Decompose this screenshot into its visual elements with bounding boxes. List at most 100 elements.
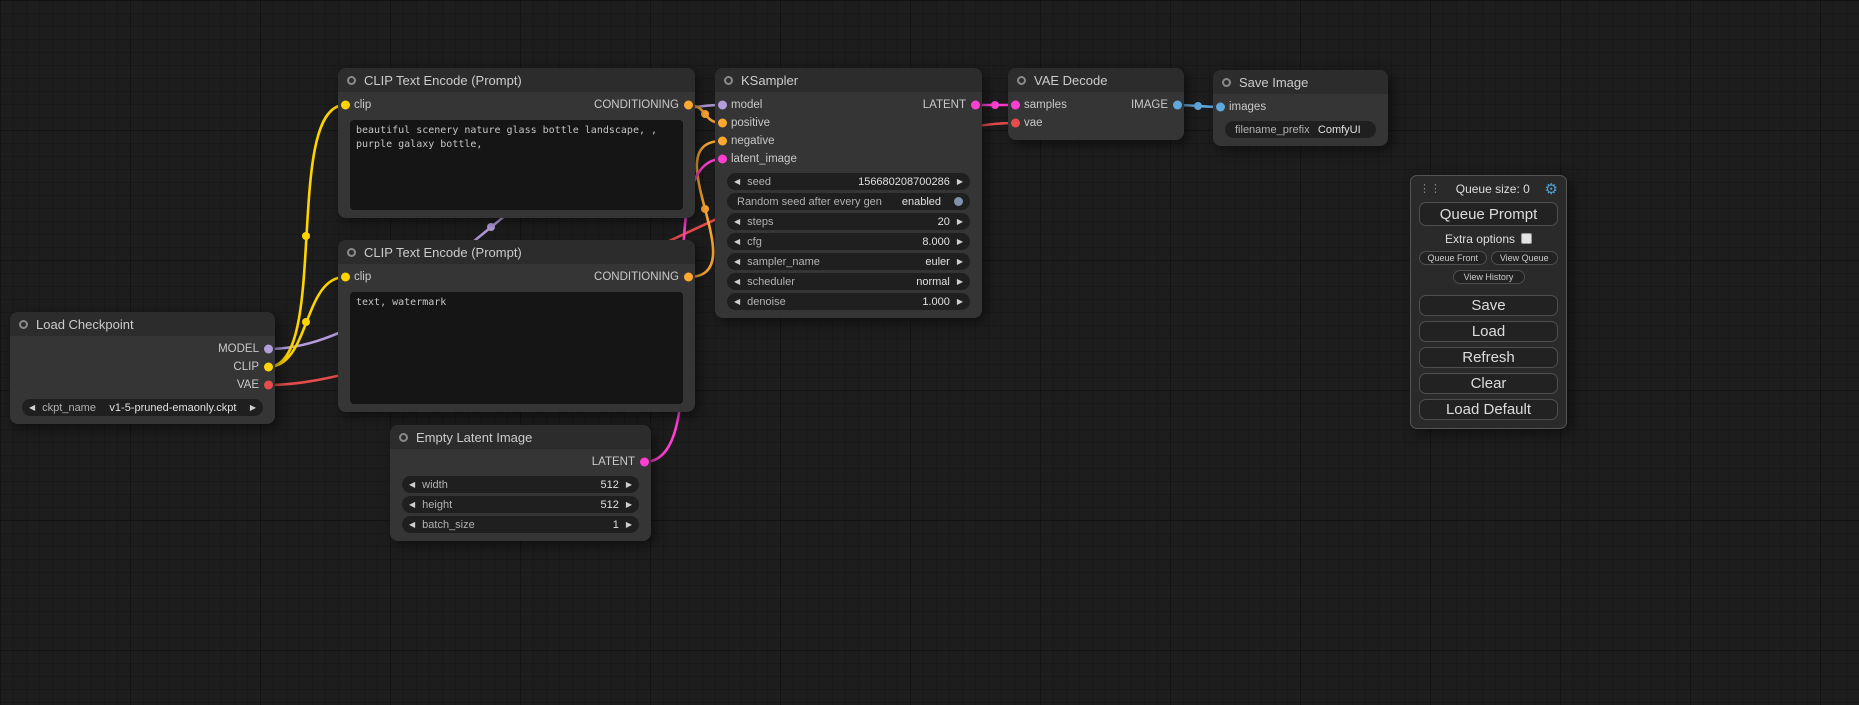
widget-batch-size[interactable]: ◀ batch_size 1 ▶ xyxy=(402,516,639,533)
image-output-dot[interactable] xyxy=(1173,101,1182,110)
toggle-dot-icon[interactable] xyxy=(954,197,963,206)
decrement-arrow-icon[interactable]: ◀ xyxy=(409,481,415,489)
decrement-arrow-icon[interactable]: ◀ xyxy=(734,298,740,306)
clip-input-dot[interactable] xyxy=(341,101,350,110)
negative-prompt-textarea[interactable]: text, watermark xyxy=(350,292,683,404)
collapse-dot-icon[interactable] xyxy=(1222,78,1231,87)
widget-random-seed-toggle[interactable]: Random seed after every gen enabled xyxy=(727,193,970,210)
node-title-bar[interactable]: Load Checkpoint xyxy=(10,312,275,336)
collapse-dot-icon[interactable] xyxy=(19,320,28,329)
model-output-dot[interactable] xyxy=(264,345,273,354)
collapse-dot-icon[interactable] xyxy=(347,76,356,85)
queue-prompt-button[interactable]: Queue Prompt xyxy=(1419,202,1558,226)
widget-label: filename_prefix xyxy=(1235,124,1310,136)
slot-row: model LATENT xyxy=(715,96,982,114)
decrement-arrow-icon[interactable]: ◀ xyxy=(734,258,740,266)
load-default-button[interactable]: Load Default xyxy=(1419,399,1558,420)
view-history-button[interactable]: View History xyxy=(1453,270,1525,284)
widget-scheduler[interactable]: ◀ scheduler normal ▶ xyxy=(727,273,970,290)
positive-prompt-textarea[interactable]: beautiful scenery nature glass bottle la… xyxy=(350,120,683,210)
slot-label: CONDITIONING xyxy=(594,271,679,283)
node-clip-text-encode-negative[interactable]: CLIP Text Encode (Prompt) clip CONDITION… xyxy=(338,240,695,412)
increment-arrow-icon[interactable]: ▶ xyxy=(626,501,632,509)
extra-options-checkbox[interactable] xyxy=(1521,233,1532,244)
increment-arrow-icon[interactable]: ▶ xyxy=(626,521,632,529)
latent-output-dot[interactable] xyxy=(971,101,980,110)
widget-seed[interactable]: ◀ seed 156680208700286 ▶ xyxy=(727,173,970,190)
increment-arrow-icon[interactable]: ▶ xyxy=(626,481,632,489)
clear-button[interactable]: Clear xyxy=(1419,373,1558,394)
drag-handle-icon[interactable]: ⋮⋮ xyxy=(1419,184,1441,195)
latent-output-dot[interactable] xyxy=(640,458,649,467)
node-title-bar[interactable]: Save Image xyxy=(1213,70,1388,94)
node-title-bar[interactable]: VAE Decode xyxy=(1008,68,1184,92)
vae-output-dot[interactable] xyxy=(264,381,273,390)
vae-input-dot[interactable] xyxy=(1011,119,1020,128)
node-title-bar[interactable]: KSampler xyxy=(715,68,982,92)
view-queue-button[interactable]: View Queue xyxy=(1491,251,1559,265)
negative-input-dot[interactable] xyxy=(718,137,727,146)
node-empty-latent-image[interactable]: Empty Latent Image LATENT ◀ width 512 ▶ … xyxy=(390,425,651,541)
node-clip-text-encode-positive[interactable]: CLIP Text Encode (Prompt) clip CONDITION… xyxy=(338,68,695,218)
decrement-arrow-icon[interactable]: ◀ xyxy=(29,404,35,412)
input-slot-negative: negative xyxy=(715,132,982,150)
widget-label: Random seed after every gen xyxy=(737,196,882,208)
refresh-button[interactable]: Refresh xyxy=(1419,347,1558,368)
slot-label: CONDITIONING xyxy=(594,99,679,111)
save-button[interactable]: Save xyxy=(1419,295,1558,316)
widget-denoise[interactable]: ◀ denoise 1.000 ▶ xyxy=(727,293,970,310)
decrement-arrow-icon[interactable]: ◀ xyxy=(734,278,740,286)
increment-arrow-icon[interactable]: ▶ xyxy=(957,298,963,306)
increment-arrow-icon[interactable]: ▶ xyxy=(957,258,963,266)
node-title: CLIP Text Encode (Prompt) xyxy=(364,245,522,260)
queue-front-button[interactable]: Queue Front xyxy=(1419,251,1487,265)
link-clip-negative xyxy=(268,277,345,367)
decrement-arrow-icon[interactable]: ◀ xyxy=(734,238,740,246)
widget-value: 8.000 xyxy=(922,236,950,248)
collapse-dot-icon[interactable] xyxy=(347,248,356,257)
decrement-arrow-icon[interactable]: ◀ xyxy=(734,178,740,186)
collapse-dot-icon[interactable] xyxy=(724,76,733,85)
node-ksampler[interactable]: KSampler model LATENT positive negative … xyxy=(715,68,982,318)
node-title-bar[interactable]: CLIP Text Encode (Prompt) xyxy=(338,240,695,264)
load-button[interactable]: Load xyxy=(1419,321,1558,342)
images-input-dot[interactable] xyxy=(1216,103,1225,112)
widget-value: enabled xyxy=(902,196,941,208)
slot-label: latent_image xyxy=(731,153,797,165)
node-load-checkpoint[interactable]: Load Checkpoint MODEL CLIP VAE ◀ ckpt_na… xyxy=(10,312,275,424)
clip-output-dot[interactable] xyxy=(264,363,273,372)
node-title-bar[interactable]: Empty Latent Image xyxy=(390,425,651,449)
increment-arrow-icon[interactable]: ▶ xyxy=(250,404,256,412)
decrement-arrow-icon[interactable]: ◀ xyxy=(409,501,415,509)
decrement-arrow-icon[interactable]: ◀ xyxy=(734,218,740,226)
node-save-image[interactable]: Save Image images filename_prefix ComfyU… xyxy=(1213,70,1388,146)
widget-steps[interactable]: ◀ steps 20 ▶ xyxy=(727,213,970,230)
increment-arrow-icon[interactable]: ▶ xyxy=(957,278,963,286)
latent-image-input-dot[interactable] xyxy=(718,155,727,164)
widget-ckpt-name[interactable]: ◀ ckpt_name v1-5-pruned-emaonly.ckpt ▶ xyxy=(22,399,263,416)
widget-cfg[interactable]: ◀ cfg 8.000 ▶ xyxy=(727,233,970,250)
widget-filename-prefix[interactable]: filename_prefix ComfyUI xyxy=(1225,121,1376,138)
comfyui-canvas[interactable]: { "colors": { "model": "#b39ddb", "clip"… xyxy=(0,0,1859,705)
widget-height[interactable]: ◀ height 512 ▶ xyxy=(402,496,639,513)
increment-arrow-icon[interactable]: ▶ xyxy=(957,218,963,226)
settings-gear-icon[interactable]: ⚙ xyxy=(1545,182,1558,197)
collapse-dot-icon[interactable] xyxy=(1017,76,1026,85)
increment-arrow-icon[interactable]: ▶ xyxy=(957,178,963,186)
slot-row: clip CONDITIONING xyxy=(338,96,695,114)
samples-input-dot[interactable] xyxy=(1011,101,1020,110)
model-input-dot[interactable] xyxy=(718,101,727,110)
widget-sampler-name[interactable]: ◀ sampler_name euler ▶ xyxy=(727,253,970,270)
conditioning-output-dot[interactable] xyxy=(684,273,693,282)
node-vae-decode[interactable]: VAE Decode samples IMAGE vae xyxy=(1008,68,1184,140)
positive-input-dot[interactable] xyxy=(718,119,727,128)
decrement-arrow-icon[interactable]: ◀ xyxy=(409,521,415,529)
input-slot-images: images xyxy=(1213,98,1388,116)
widget-value: 1 xyxy=(613,519,619,531)
clip-input-dot[interactable] xyxy=(341,273,350,282)
node-title-bar[interactable]: CLIP Text Encode (Prompt) xyxy=(338,68,695,92)
widget-width[interactable]: ◀ width 512 ▶ xyxy=(402,476,639,493)
conditioning-output-dot[interactable] xyxy=(684,101,693,110)
collapse-dot-icon[interactable] xyxy=(399,433,408,442)
increment-arrow-icon[interactable]: ▶ xyxy=(957,238,963,246)
